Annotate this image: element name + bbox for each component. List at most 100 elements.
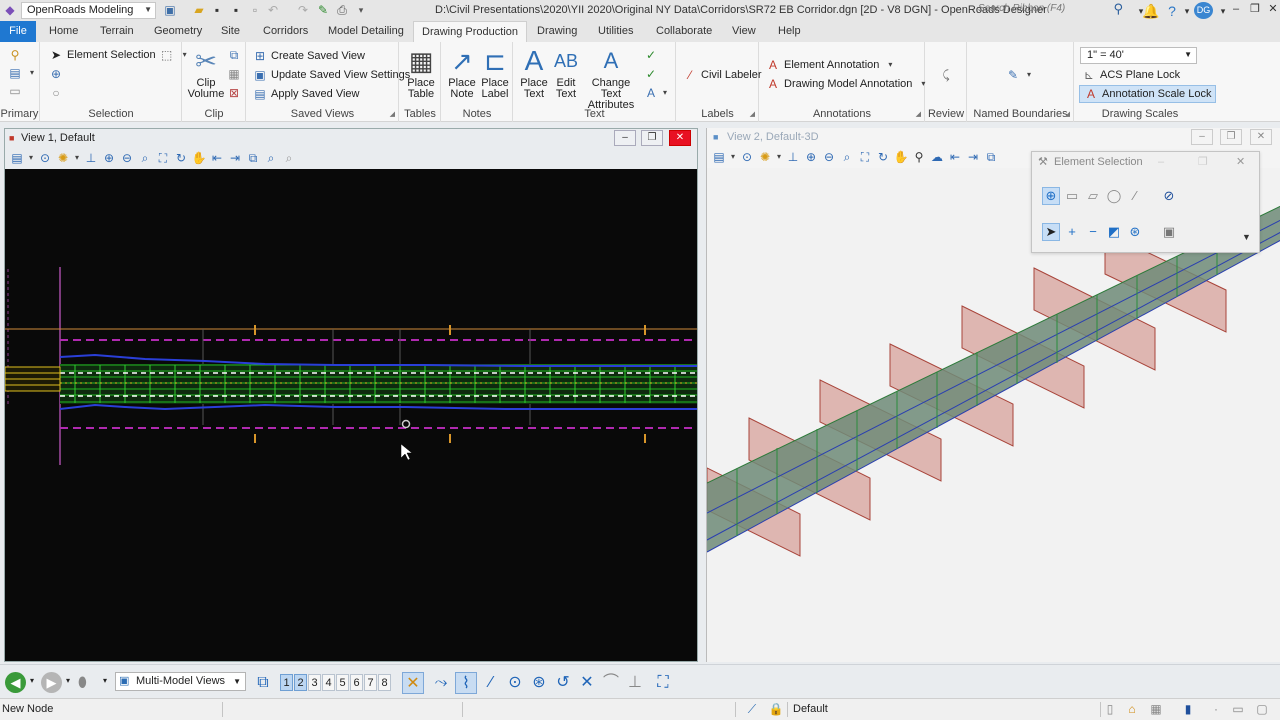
snap-mode-icon[interactable]: ⛶ bbox=[652, 672, 674, 694]
tab-drawing-production[interactable]: Drawing Production bbox=[413, 21, 527, 42]
chevron-down-icon[interactable]: ▾ bbox=[27, 150, 35, 166]
workspace-icon[interactable]: ▣ bbox=[163, 3, 177, 17]
save-settings-icon[interactable]: ▪ bbox=[229, 3, 243, 17]
multi-model-views-dropdown[interactable]: ▣ Multi-Model Views ▼ bbox=[115, 672, 246, 691]
element-annotation-button[interactable]: A Element Annotation ▾ bbox=[766, 58, 897, 72]
models-dropdown-icon[interactable]: ▾ bbox=[103, 676, 107, 685]
view-1-window[interactable]: ■ View 1, Default – ❐ ✕ ▤ ▾ ⊙ ✺ ▾ ⊥ ⊕ ⊖ … bbox=[4, 128, 698, 662]
lock-icon[interactable]: 🔒 bbox=[768, 701, 784, 717]
forward-icon[interactable]: ▶ bbox=[41, 672, 62, 693]
pin-icon[interactable]: ✎ bbox=[316, 3, 330, 17]
midpoint-snap-icon[interactable]: ⁄ bbox=[480, 672, 502, 694]
circle-method-icon[interactable]: ◯ bbox=[1105, 187, 1123, 205]
tab-geometry[interactable]: Geometry bbox=[146, 21, 210, 42]
minimize-icon[interactable]: – bbox=[1229, 2, 1243, 16]
tab-drawing[interactable]: Drawing bbox=[529, 21, 585, 42]
civil-labeler-button[interactable]: ⁄ Civil Labeler bbox=[683, 68, 762, 82]
close-icon[interactable]: ✕ bbox=[669, 130, 691, 146]
view-toggle-4[interactable]: 4 bbox=[322, 674, 335, 691]
keypoint-snap-icon[interactable]: ⌇ bbox=[455, 672, 477, 694]
dialog-launcher-icon[interactable]: ◢ bbox=[390, 110, 395, 118]
clear-selection-icon[interactable]: ⊘ bbox=[1160, 187, 1178, 205]
view-previous-icon[interactable]: ⇤ bbox=[209, 150, 225, 166]
tab-corridors[interactable]: Corridors bbox=[255, 21, 316, 42]
display-style-icon[interactable]: ⊙ bbox=[37, 150, 53, 166]
spell-check-icon[interactable]: ✓ bbox=[644, 48, 658, 62]
tab-home[interactable]: Home bbox=[41, 21, 86, 42]
pan-icon[interactable]: ✋ bbox=[893, 149, 909, 165]
tab-site[interactable]: Site bbox=[213, 21, 248, 42]
origin-snap-icon[interactable]: ⊛ bbox=[528, 672, 550, 694]
update-saved-view-settings-button[interactable]: ▣ Update Saved View Settings bbox=[253, 68, 410, 82]
restore-icon[interactable]: ❐ bbox=[1198, 152, 1208, 172]
open-folder-icon[interactable]: ▰ bbox=[192, 3, 206, 17]
view-toggle-8[interactable]: 8 bbox=[378, 674, 391, 691]
lighting-icon[interactable]: ✺ bbox=[55, 150, 71, 166]
rotate-view-icon[interactable]: ↻ bbox=[173, 150, 189, 166]
minimize-icon[interactable]: – bbox=[1158, 152, 1164, 172]
copy-view-icon[interactable]: ⧉ bbox=[245, 150, 261, 166]
storage-icon[interactable]: ▮ bbox=[1180, 701, 1196, 717]
tab-file[interactable]: File bbox=[0, 21, 36, 42]
customize-qat-icon[interactable]: ▾ bbox=[354, 3, 368, 17]
place-text-button[interactable]: A Place Text bbox=[518, 46, 550, 100]
close-icon[interactable]: ✕ bbox=[1250, 129, 1272, 145]
view-attributes-icon[interactable]: ▤ bbox=[711, 149, 727, 165]
place-table-button[interactable]: ▦ Place Table bbox=[402, 46, 440, 100]
chevron-down-icon[interactable]: ▾ bbox=[73, 150, 81, 166]
tab-model-detailing[interactable]: Model Detailing bbox=[320, 21, 412, 42]
close-icon[interactable]: ✕ bbox=[1236, 152, 1245, 172]
clear-clip-icon[interactable]: ⊠ bbox=[227, 86, 241, 100]
print-icon[interactable]: ⎙ bbox=[335, 3, 349, 17]
expand-dialog-icon[interactable]: ▼ bbox=[1242, 232, 1251, 242]
clip-volume-view-icon[interactable]: ⌕ bbox=[263, 150, 279, 166]
window-area-icon[interactable]: ⌕ bbox=[839, 149, 855, 165]
bisector-snap-icon[interactable]: ↺ bbox=[552, 672, 574, 694]
undo-icon[interactable]: ↶ bbox=[266, 3, 280, 17]
grid-icon[interactable]: ▦ bbox=[1148, 701, 1164, 717]
active-level[interactable]: Default bbox=[793, 699, 828, 719]
zoom-out-icon[interactable]: ⊖ bbox=[821, 149, 837, 165]
search-icon[interactable]: ⚲ bbox=[1113, 1, 1123, 17]
avatar[interactable]: DG bbox=[1194, 2, 1213, 19]
select-all-mode-icon[interactable]: ⊛ bbox=[1126, 223, 1144, 241]
search-ribbon-input[interactable]: Search Ribbon (F4) ⚲ bbox=[978, 1, 1123, 18]
named-boundary-icon[interactable]: ✎ bbox=[1006, 68, 1020, 82]
fit-view-icon[interactable]: ⛶ bbox=[857, 149, 873, 165]
chevron-down-icon[interactable]: ▾ bbox=[729, 149, 737, 165]
line-method-icon[interactable]: ⁄ bbox=[1126, 187, 1144, 205]
clip-brush-icon[interactable]: ⊥ bbox=[785, 149, 801, 165]
view-1-canvas[interactable] bbox=[5, 169, 697, 661]
restore-icon[interactable]: ❐ bbox=[1220, 129, 1242, 145]
back-dropdown-icon[interactable]: ▾ bbox=[30, 676, 34, 685]
chevron-down-icon[interactable]: ▾ bbox=[775, 149, 783, 165]
element-selection-dialog[interactable]: ⚒ Element Selection – ❐ ✕ ⊕ ▭ ▱ ◯ ⁄ ⊘ ➤ … bbox=[1031, 151, 1260, 253]
restore-icon[interactable]: ❐ bbox=[641, 130, 663, 146]
clear-selection-icon[interactable]: ○ bbox=[49, 86, 63, 100]
zoom-out-icon[interactable]: ⊖ bbox=[119, 150, 135, 166]
place-label-button[interactable]: ⊏ Place Label bbox=[477, 46, 513, 100]
zoom-in-icon[interactable]: ⊕ bbox=[101, 150, 117, 166]
attach-tools-icon[interactable]: ▤ bbox=[8, 66, 22, 80]
intersection-snap-icon[interactable]: ✕ bbox=[576, 672, 598, 694]
display-style-icon[interactable]: ⊙ bbox=[739, 149, 755, 165]
view-toggle-5[interactable]: 5 bbox=[336, 674, 349, 691]
tab-utilities[interactable]: Utilities bbox=[590, 21, 641, 42]
monitor-icon[interactable]: ▭ bbox=[1230, 701, 1246, 717]
individual-method-icon[interactable]: ⊕ bbox=[1042, 187, 1060, 205]
view-toggle-7[interactable]: 7 bbox=[364, 674, 377, 691]
annotation-scale-lock-toggle[interactable]: A Annotation Scale Lock bbox=[1079, 85, 1217, 103]
view-toggle-2[interactable]: 2 bbox=[294, 674, 307, 691]
file-icon[interactable]: ▯ bbox=[1102, 701, 1118, 717]
view-toggle-6[interactable]: 6 bbox=[350, 674, 363, 691]
apply-saved-view-button[interactable]: ▤ Apply Saved View bbox=[253, 87, 359, 101]
copy-view-icon[interactable]: ⧉ bbox=[983, 149, 999, 165]
explorer-icon[interactable]: ⚲ bbox=[8, 48, 22, 62]
window-area-icon[interactable]: ⌕ bbox=[137, 150, 153, 166]
tab-terrain[interactable]: Terrain bbox=[92, 21, 142, 42]
walk-icon[interactable]: ⚲ bbox=[911, 149, 927, 165]
subtract-mode-icon[interactable]: − bbox=[1084, 223, 1102, 241]
boundary-dropdown-icon[interactable]: ▾ bbox=[1022, 68, 1036, 82]
lighting-icon[interactable]: ✺ bbox=[757, 149, 773, 165]
notification-bell-icon[interactable]: 🔔 bbox=[1142, 2, 1160, 20]
